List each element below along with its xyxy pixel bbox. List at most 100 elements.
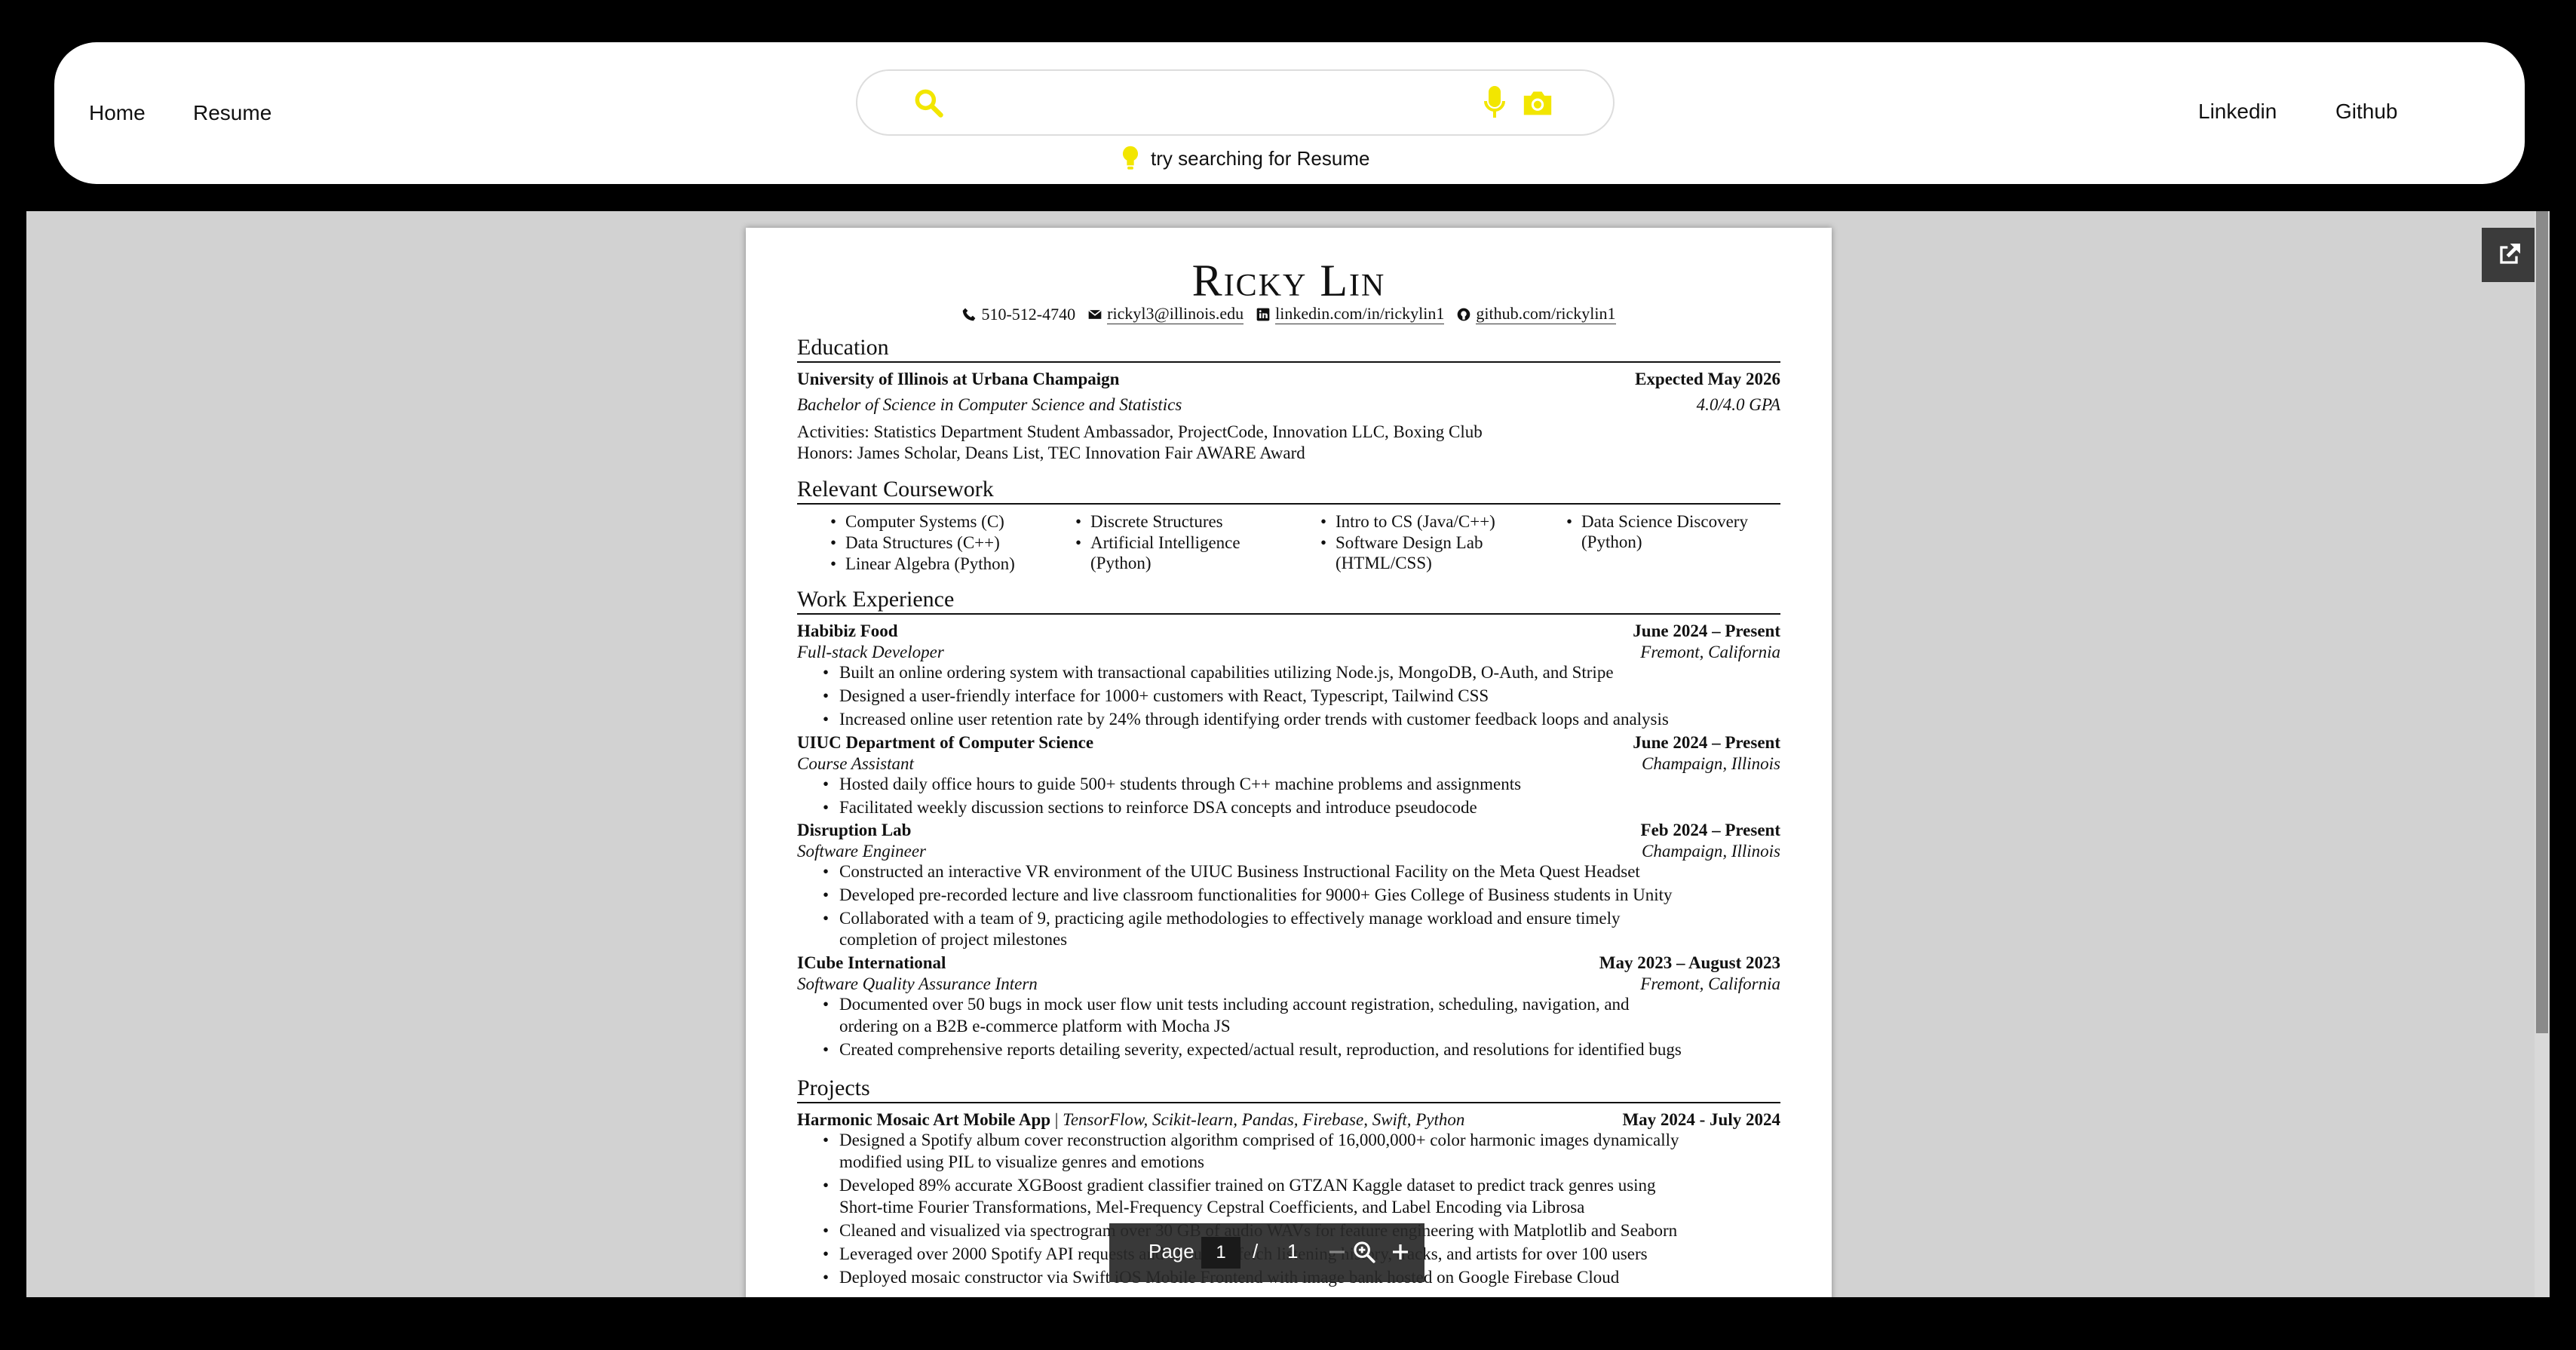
job-bullet: Constructed an interactive VR environmen…	[823, 861, 1780, 883]
course-item-continued: (Python)	[1581, 532, 1642, 551]
job-bullet: Increased online user retention rate by …	[823, 709, 1780, 731]
section-title-education: Education	[797, 335, 1780, 363]
job-company: UIUC Department of Computer Science	[797, 733, 1094, 752]
project-date: May 2024 - July 2024	[1622, 1110, 1780, 1129]
education-row: University of Illinois at Urbana Champai…	[797, 370, 1780, 388]
project-separator: |	[1054, 1110, 1059, 1129]
project-name: Harmonic Mosaic Art Mobile App	[797, 1110, 1051, 1129]
course-item: Artificial Intelligence	[1075, 532, 1240, 554]
contact-email[interactable]: rickyl3@illinois.edu	[1087, 305, 1244, 324]
zoom-in-button[interactable]	[1385, 1237, 1415, 1267]
job-location: Fremont, California	[1640, 974, 1780, 993]
course-item: Intro to CS (Java/C++)	[1320, 511, 1495, 533]
job-role: Software Engineer	[797, 842, 926, 861]
scrollbar-thumb[interactable]	[2536, 211, 2548, 1033]
linkedin-icon	[1256, 308, 1270, 321]
project-header: Harmonic Mosaic Art Mobile App | TensorF…	[797, 1110, 1780, 1129]
camera-icon[interactable]	[1521, 87, 1554, 118]
zoom-in-icon	[1393, 1244, 1408, 1259]
search-bar[interactable]	[856, 69, 1615, 136]
job-date: May 2023 – August 2023	[1599, 953, 1780, 972]
job-subheader: Course Assistant Champaign, Illinois	[797, 754, 1780, 773]
search-input[interactable]	[963, 84, 1418, 122]
nav-link-resume[interactable]: Resume	[193, 101, 271, 125]
course-item-continued: (HTML/CSS)	[1336, 554, 1432, 572]
course-item: Software Design Lab	[1320, 532, 1483, 554]
nav-link-github[interactable]: Github	[2335, 100, 2398, 124]
job-location: Champaign, Illinois	[1641, 842, 1780, 861]
nav-link-home[interactable]: Home	[89, 101, 146, 125]
job-bullet: Built an online ordering system with tra…	[823, 662, 1780, 684]
honors: Honors: James Scholar, Deans List, TEC I…	[797, 443, 1305, 462]
pdf-toolbar: Page / 1	[1109, 1223, 1424, 1282]
job-subheader: Software Engineer Champaign, Illinois	[797, 842, 1780, 861]
job-header: ICube International May 2023 – August 20…	[797, 953, 1780, 972]
open-external-button[interactable]	[2482, 228, 2536, 282]
gpa: 4.0/4.0 GPA	[1696, 395, 1780, 414]
page-label: Page	[1148, 1240, 1194, 1263]
job-date: June 2024 – Present	[1633, 621, 1780, 640]
job-role: Course Assistant	[797, 754, 914, 773]
zoom-out-button[interactable]	[1322, 1237, 1352, 1267]
page-number-input[interactable]	[1201, 1237, 1240, 1269]
search-hint-text: try searching for Resume	[1151, 146, 1370, 170]
section-title-work: Work Experience	[797, 587, 1780, 615]
search-icon[interactable]	[912, 86, 945, 119]
job-date: Feb 2024 – Present	[1640, 821, 1780, 839]
job-date: June 2024 – Present	[1633, 733, 1780, 752]
job-bullet: Collaborated with a team of 9, practicin…	[823, 908, 1780, 930]
job-bullet-continued: ordering on a B2B e-commerce platform wi…	[839, 1017, 1231, 1036]
project-bullet: Designed a Spotify album cover reconstru…	[823, 1130, 1780, 1152]
course-item-continued: (Python)	[1090, 554, 1152, 572]
section-title-projects: Projects	[797, 1075, 1780, 1103]
contact-phone: 510-512-4740	[961, 305, 1075, 324]
contact-github-text[interactable]: github.com/rickylin1	[1476, 305, 1616, 324]
project-bullet-continued: modified using PIL to visualize genres a…	[839, 1152, 1204, 1171]
lightbulb-icon	[1122, 146, 1139, 170]
job-bullet: Created comprehensive reports detailing …	[823, 1039, 1780, 1061]
school-name: University of Illinois at Urbana Champai…	[797, 370, 1120, 388]
job-role: Full-stack Developer	[797, 643, 944, 661]
job-bullet: Designed a user-friendly interface for 1…	[823, 686, 1780, 707]
open-external-icon	[2500, 244, 2520, 264]
project-bullet: Developed 89% accurate XGBoost gradient …	[823, 1175, 1780, 1197]
course-item: Data Structures (C++)	[830, 532, 1000, 554]
job-header: Disruption Lab Feb 2024 – Present	[797, 821, 1780, 839]
contact-linkedin[interactable]: linkedin.com/in/rickylin1	[1256, 305, 1445, 324]
project-tech: TensorFlow, Scikit-learn, Pandas, Fireba…	[1063, 1110, 1465, 1129]
contact-github[interactable]: github.com/rickylin1	[1456, 305, 1616, 324]
job-company: Habibiz Food	[797, 621, 898, 640]
job-location: Fremont, California	[1640, 643, 1780, 661]
job-bullet: Facilitated weekly discussion sections t…	[823, 797, 1780, 819]
job-subheader: Software Quality Assurance Intern Fremon…	[797, 974, 1780, 993]
page-separator: /	[1253, 1240, 1259, 1263]
job-company: Disruption Lab	[797, 821, 912, 839]
resume-name: Ricky Lin	[1191, 256, 1386, 305]
nav-link-linkedin[interactable]: Linkedin	[2198, 100, 2277, 124]
course-item: Data Science Discovery	[1566, 511, 1748, 533]
contact-row: 510-512-4740 rickyl3@illinois.edu linked…	[746, 305, 1832, 324]
github-icon	[1458, 308, 1470, 321]
course-item: Linear Algebra (Python)	[830, 554, 1015, 575]
course-item: Computer Systems (C)	[830, 511, 1004, 533]
zoom-reset-button[interactable]	[1349, 1237, 1379, 1267]
job-bullet: Hosted daily office hours to guide 500+ …	[823, 774, 1780, 796]
job-subheader: Full-stack Developer Fremont, California	[797, 643, 1780, 661]
education-date: Expected May 2026	[1635, 370, 1780, 388]
job-header: UIUC Department of Computer Science June…	[797, 733, 1780, 752]
contact-linkedin-text[interactable]: linkedin.com/in/rickylin1	[1275, 305, 1445, 324]
activities: Activities: Statistics Department Studen…	[797, 422, 1483, 441]
page-total: 1	[1287, 1240, 1299, 1263]
mic-icon[interactable]	[1482, 84, 1507, 121]
contact-phone-text: 510-512-4740	[981, 305, 1076, 324]
contact-email-text[interactable]: rickyl3@illinois.edu	[1107, 305, 1244, 324]
job-role: Software Quality Assurance Intern	[797, 974, 1038, 993]
zoom-out-icon	[1329, 1250, 1345, 1253]
viewer-scrollbar[interactable]	[2535, 211, 2550, 1297]
job-bullet: Documented over 50 bugs in mock user flo…	[823, 994, 1780, 1016]
pdf-viewer: Ricky Lin 510-512-4740 rickyl3@illinois.…	[26, 211, 2550, 1297]
course-item: Discrete Structures	[1075, 511, 1223, 533]
job-location: Champaign, Illinois	[1641, 754, 1780, 773]
job-bullet: Developed pre-recorded lecture and live …	[823, 885, 1780, 907]
job-bullet-continued: completion of project milestones	[839, 930, 1068, 949]
